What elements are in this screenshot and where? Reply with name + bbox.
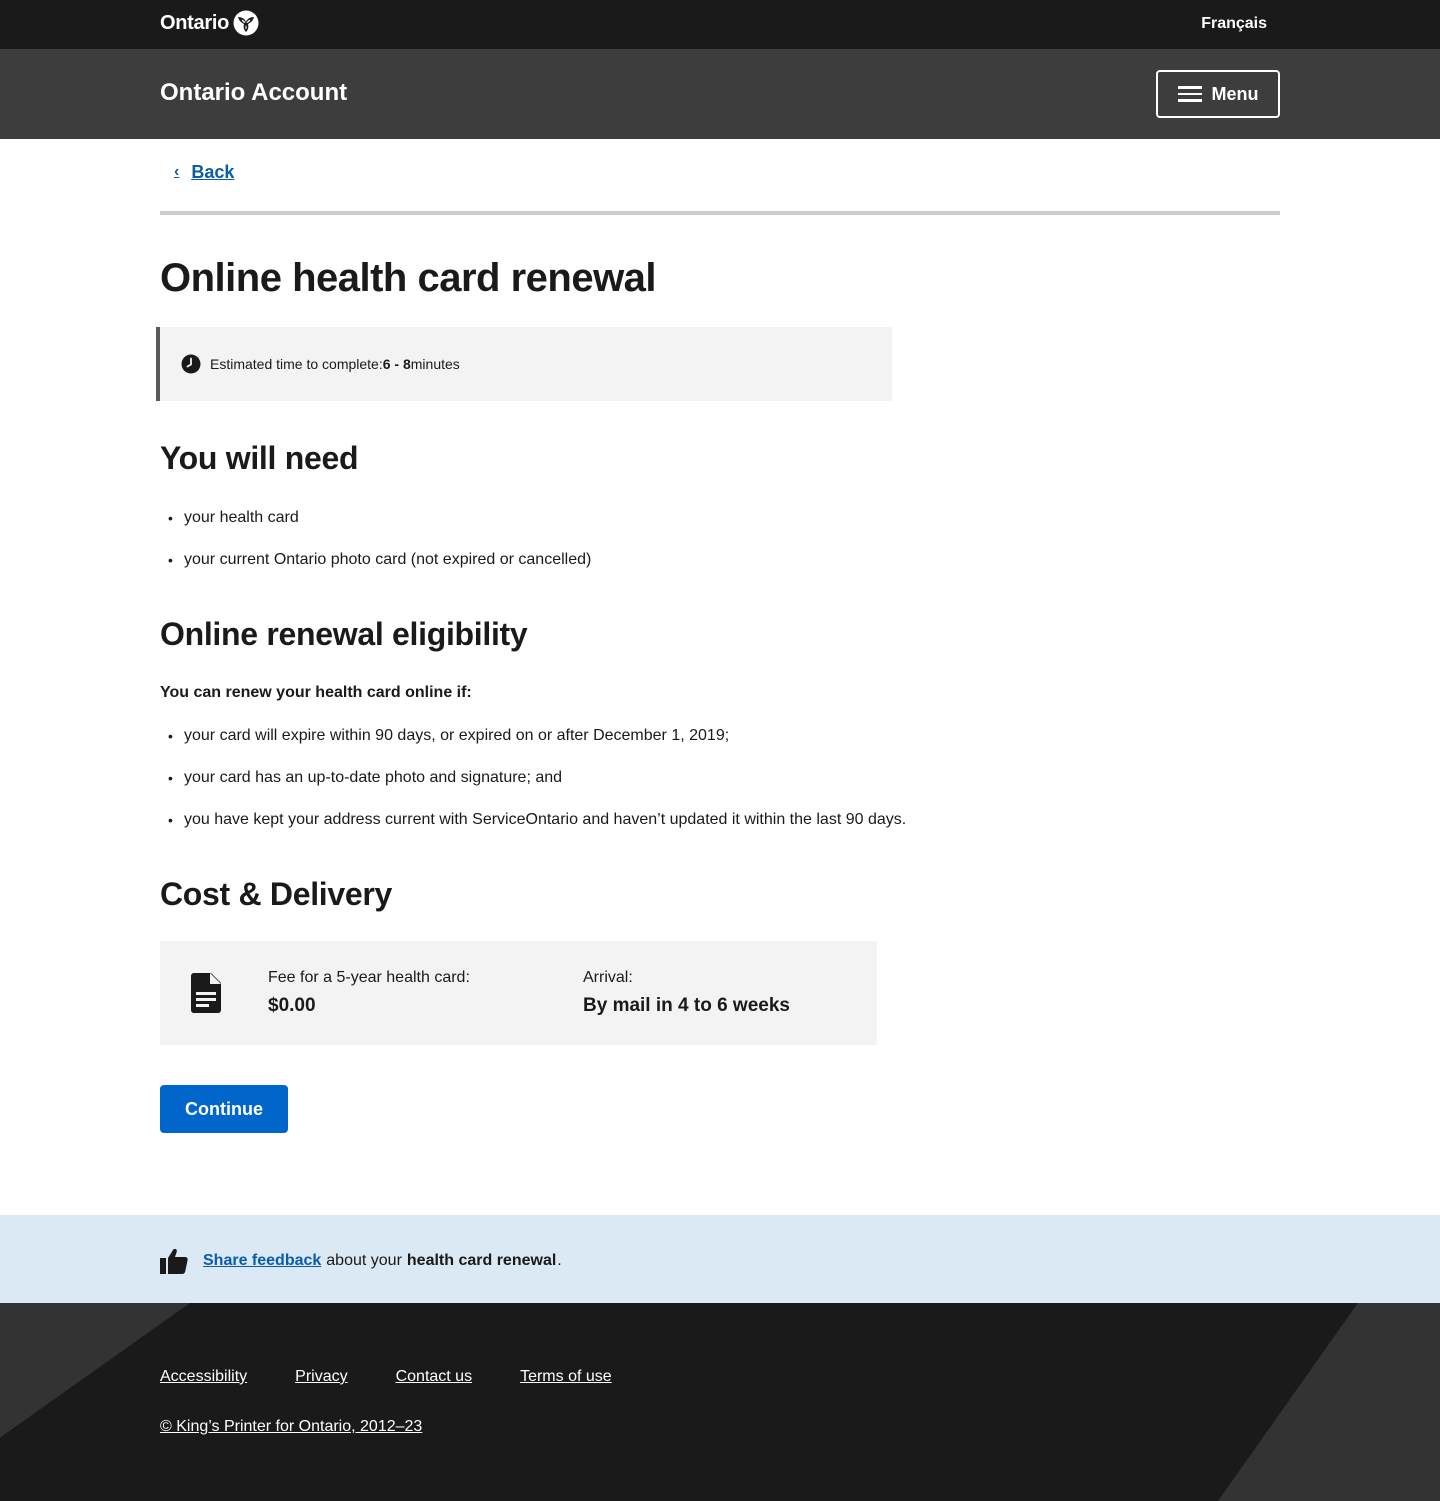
footer-decoration-right [1218, 1303, 1440, 1501]
hamburger-icon [1177, 86, 1202, 102]
footer-link-privacy[interactable]: Privacy [295, 1368, 347, 1386]
list-item: your card will expire within 90 days, or… [160, 726, 906, 768]
eligibility-intro: You can renew your health card online if… [160, 684, 472, 701]
feedback-banner: Share feedback about your health card re… [0, 1215, 1440, 1303]
footer-links: Accessibility Privacy Contact us Terms o… [160, 1368, 660, 1386]
account-title[interactable]: Ontario Account [160, 79, 347, 107]
chevron-left-icon: ‹ [174, 162, 180, 180]
list-item: you have kept your address current with … [160, 810, 906, 852]
you-will-need-heading: You will need [160, 440, 359, 476]
back-link-label: Back [191, 162, 235, 182]
fee-label: Fee for a 5-year health card: [268, 969, 470, 986]
feedback-subject: health card renewal [406, 1252, 557, 1269]
menu-button-label: Menu [1211, 83, 1259, 104]
time-suffix: minutes [410, 356, 460, 372]
clock-icon [181, 354, 201, 374]
continue-button[interactable]: Continue [160, 1085, 288, 1133]
list-item: your health card [160, 508, 591, 550]
account-bar: Ontario Account Menu [0, 49, 1440, 139]
fee-value: $0.00 [268, 995, 316, 1016]
cost-delivery-heading: Cost & Delivery [160, 876, 393, 912]
eligibility-heading: Online renewal eligibility [160, 616, 528, 652]
arrival-label: Arrival: [583, 969, 633, 986]
brand-text: Ontario [160, 11, 230, 34]
language-toggle-link[interactable]: Français [1201, 15, 1267, 33]
time-prefix: Estimated time to complete: [210, 356, 383, 372]
copyright-link[interactable]: © King’s Printer for Ontario, 2012–23 [160, 1418, 422, 1436]
footer-link-accessibility[interactable]: Accessibility [160, 1368, 247, 1386]
feedback-end: . [557, 1252, 562, 1269]
requirements-list: your health card your current Ontario ph… [160, 508, 591, 592]
list-item: your card has an up-to-date photo and si… [160, 768, 906, 810]
time-value: 6 - 8 [382, 356, 411, 372]
document-icon [191, 973, 221, 1013]
ontario-logo[interactable]: Ontario [160, 10, 259, 36]
top-bar: Ontario Français [0, 0, 1440, 49]
list-item: your current Ontario photo card (not exp… [160, 550, 591, 592]
eligibility-list: your card will expire within 90 days, or… [160, 726, 906, 852]
footer-decoration-left [0, 1303, 190, 1501]
menu-button[interactable]: Menu [1156, 70, 1280, 118]
divider [160, 211, 1280, 215]
trillium-logo-icon [233, 10, 259, 36]
cost-delivery-panel: Fee for a 5-year health card: $0.00 Arri… [160, 941, 877, 1045]
footer: Accessibility Privacy Contact us Terms o… [0, 1303, 1440, 1501]
footer-link-terms[interactable]: Terms of use [520, 1368, 612, 1386]
arrival-value: By mail in 4 to 6 weeks [583, 995, 790, 1016]
page-title: Online health card renewal [160, 256, 657, 300]
back-link[interactable]: ‹ Back [174, 162, 234, 183]
thumbs-up-icon [160, 1248, 188, 1274]
fee-info: Fee for a 5-year health card: $0.00 [268, 969, 470, 1017]
arrival-info: Arrival: By mail in 4 to 6 weeks [583, 969, 790, 1017]
footer-link-contact[interactable]: Contact us [396, 1368, 472, 1386]
estimated-time-notice: Estimated time to complete: 6 - 8 minute… [156, 327, 892, 401]
share-feedback-link[interactable]: Share feedback [203, 1252, 321, 1270]
feedback-text: about your [326, 1252, 402, 1269]
